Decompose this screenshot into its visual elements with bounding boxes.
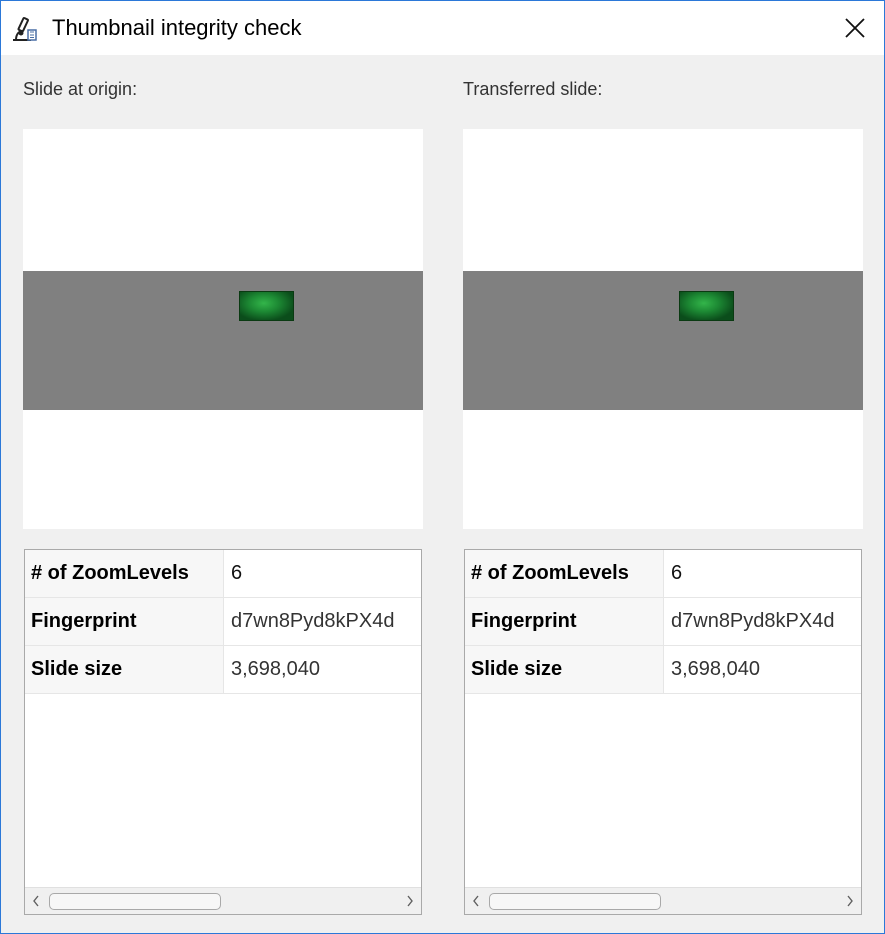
- table-row[interactable]: Fingerprint d7wn8Pyd8kPX4d: [25, 598, 421, 646]
- close-button[interactable]: [826, 1, 884, 55]
- table-row[interactable]: # of ZoomLevels 6: [465, 550, 861, 598]
- scroll-right-button[interactable]: [839, 888, 861, 914]
- property-value: 3,698,040: [231, 658, 320, 680]
- property-value: 6: [671, 562, 683, 584]
- scroll-left-button[interactable]: [465, 888, 487, 914]
- scroll-left-button[interactable]: [25, 888, 47, 914]
- close-icon: [845, 18, 865, 38]
- property-name: Fingerprint: [465, 598, 664, 645]
- microscope-icon: [9, 15, 39, 43]
- property-name: # of ZoomLevels: [465, 550, 664, 597]
- chevron-right-icon: [847, 895, 853, 907]
- origin-thumbnail: [23, 129, 423, 529]
- table-row[interactable]: # of ZoomLevels 6: [25, 550, 421, 598]
- dialog-window: Thumbnail integrity check Slide at origi…: [0, 0, 885, 934]
- transferred-slide-strip: [463, 271, 863, 410]
- scrollbar-thumb[interactable]: [49, 893, 221, 910]
- origin-horizontal-scrollbar[interactable]: [25, 887, 421, 914]
- origin-tissue-image: [239, 291, 294, 321]
- chevron-right-icon: [407, 895, 413, 907]
- chevron-left-icon: [33, 895, 39, 907]
- transferred-tissue-image: [679, 291, 734, 321]
- property-name: Slide size: [25, 646, 224, 693]
- transferred-thumbnail: [463, 129, 863, 529]
- origin-slide-strip: [23, 271, 423, 410]
- table-row[interactable]: Fingerprint d7wn8Pyd8kPX4d: [465, 598, 861, 646]
- property-value: 6: [231, 562, 243, 584]
- transferred-panel: Transferred slide: # of ZoomLevels 6 Fin…: [463, 55, 863, 933]
- transferred-horizontal-scrollbar[interactable]: [465, 887, 861, 914]
- property-name: Slide size: [465, 646, 664, 693]
- transferred-properties-grid[interactable]: # of ZoomLevels 6 Fingerprint d7wn8Pyd8k…: [464, 549, 862, 915]
- title-bar: Thumbnail integrity check: [1, 1, 884, 55]
- table-row[interactable]: Slide size 3,698,040: [25, 646, 421, 694]
- origin-label: Slide at origin:: [23, 79, 138, 99]
- table-row[interactable]: Slide size 3,698,040: [465, 646, 861, 694]
- chevron-left-icon: [473, 895, 479, 907]
- property-value: d7wn8Pyd8kPX4d: [671, 610, 835, 632]
- scrollbar-thumb[interactable]: [489, 893, 661, 910]
- property-value: 3,698,040: [671, 658, 760, 680]
- window-title: Thumbnail integrity check: [52, 15, 302, 40]
- transferred-label: Transferred slide:: [463, 79, 603, 99]
- origin-properties-grid[interactable]: # of ZoomLevels 6 Fingerprint d7wn8Pyd8k…: [24, 549, 422, 915]
- origin-panel: Slide at origin: # of ZoomLevels 6 Finge…: [23, 55, 423, 933]
- property-name: Fingerprint: [25, 598, 224, 645]
- property-value: d7wn8Pyd8kPX4d: [231, 610, 395, 632]
- property-name: # of ZoomLevels: [25, 550, 224, 597]
- scroll-right-button[interactable]: [399, 888, 421, 914]
